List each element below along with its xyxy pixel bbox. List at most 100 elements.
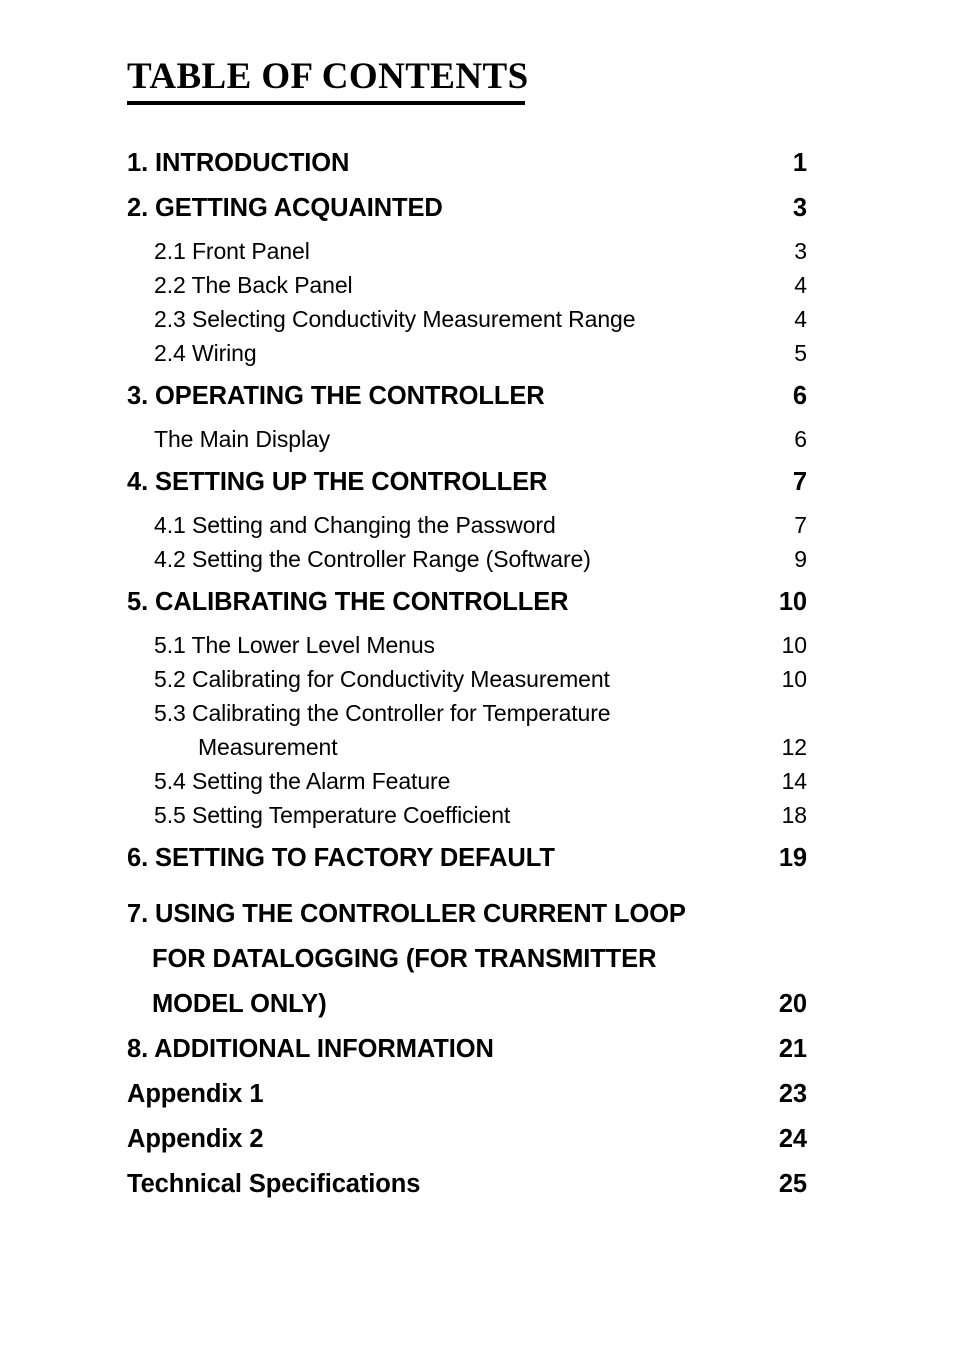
toc-entry-line: 4. SETTING UP THE CONTROLLER 7 (127, 460, 807, 505)
toc-entry-setting-to-factory-default[interactable]: 6. SETTING TO FACTORY DEFAULT 19 (127, 836, 807, 881)
toc-entry-page-number: 3 (792, 194, 807, 222)
toc-entry-page-number: 9 (794, 546, 807, 572)
toc-entry-appendix-1[interactable]: Appendix 1 23 (127, 1072, 807, 1117)
toc-entry-operating-the-controller[interactable]: 3. OPERATING THE CONTROLLER 6 (127, 374, 807, 419)
toc-entry-page-number: 10 (781, 632, 807, 658)
toc-entry-line: 6. SETTING TO FACTORY DEFAULT 19 (127, 836, 807, 881)
toc-entry-line: Measurement 12 (127, 730, 807, 764)
toc-entry-line: 4.1 Setting and Changing the Password 7 (127, 508, 807, 542)
toc-entry-line: 2.4 Wiring 5 (127, 336, 807, 370)
toc-entry-label: 1. INTRODUCTION (127, 149, 350, 177)
toc-entry-page-number: 10 (781, 666, 807, 692)
toc-entry-label: 5.2 Calibrating for Conductivity Measure… (154, 666, 610, 692)
toc-entry-line: Appendix 2 24 (127, 1117, 807, 1162)
toc-entry-line: Technical Specifications 25 (127, 1162, 807, 1207)
toc-entry-using-the-controller-current-loop-for-datalogging[interactable]: 7. USING THE CONTROLLER CURRENT LOOP FOR … (127, 892, 807, 1027)
toc-entry-line: Appendix 1 23 (127, 1072, 807, 1117)
toc-entry-page-number: 1 (792, 149, 807, 177)
toc-entry-line: 7. USING THE CONTROLLER CURRENT LOOP (127, 892, 807, 937)
toc-entry-line: 5.5 Setting Temperature Coefficient 18 (127, 798, 807, 832)
toc-entry-label: 2.3 Selecting Conductivity Measurement R… (154, 306, 636, 332)
toc-entry-label: 2.2 The Back Panel (154, 272, 353, 298)
toc-entry-page-number: 4 (794, 306, 807, 332)
toc-entry-page-number: 24 (778, 1125, 807, 1153)
toc-entry-calibrating-the-controller[interactable]: 5. CALIBRATING THE CONTROLLER 10 (127, 580, 807, 625)
toc-entry-line: 2.2 The Back Panel 4 (127, 268, 807, 302)
toc-entry-label: 2. GETTING ACQUAINTED (127, 194, 443, 222)
toc-entry-technical-specifications[interactable]: Technical Specifications 25 (127, 1162, 807, 1207)
toc-entry-page-number: 6 (792, 382, 807, 410)
title-underline-rule (127, 101, 525, 105)
toc-entry-label: 2.4 Wiring (154, 340, 257, 366)
toc-entry-line: 4.2 Setting the Controller Range (Softwa… (127, 542, 807, 576)
toc-entry-page-number: 6 (794, 426, 807, 452)
toc-entry-label: 6. SETTING TO FACTORY DEFAULT (127, 844, 555, 872)
toc-entry-setting-up-the-controller[interactable]: 4. SETTING UP THE CONTROLLER 7 (127, 460, 807, 505)
toc-entry-page-number: 25 (778, 1170, 807, 1198)
toc-entry-page-number: 20 (778, 990, 807, 1018)
toc-entry-label: 5.3 Calibrating the Controller for Tempe… (154, 700, 611, 726)
toc-entry-line: MODEL ONLY) 20 (127, 982, 807, 1027)
toc-entry-page-number: 18 (781, 802, 807, 828)
toc-entry-setting-the-controller-range-software[interactable]: 4.2 Setting the Controller Range (Softwa… (127, 542, 807, 576)
toc-entry-page-number: 12 (781, 734, 807, 760)
table-of-contents-list: 1. INTRODUCTION 1 2. GETTING ACQUAINTED 3 2.… (127, 141, 807, 1207)
toc-entry-label: The Main Display (154, 426, 331, 452)
toc-entry-label: Measurement (198, 734, 338, 760)
toc-entry-line: 5.2 Calibrating for Conductivity Measure… (127, 662, 807, 696)
toc-entry-line: 5.1 The Lower Level Menus 10 (127, 628, 807, 662)
toc-entry-line: 2.3 Selecting Conductivity Measurement R… (127, 302, 807, 336)
toc-entry-the-lower-level-menus[interactable]: 5.1 The Lower Level Menus 10 (127, 628, 807, 662)
toc-entry-label: Technical Specifications (127, 1170, 421, 1198)
toc-entry-page-number: 4 (794, 272, 807, 298)
toc-entry-label: 5.5 Setting Temperature Coefficient (154, 802, 511, 828)
toc-entry-the-main-display[interactable]: The Main Display 6 (127, 422, 807, 456)
toc-entry-label: 4. SETTING UP THE CONTROLLER (127, 468, 548, 496)
toc-entry-line: The Main Display 6 (127, 422, 807, 456)
toc-entry-label: 5. CALIBRATING THE CONTROLLER (127, 588, 569, 616)
toc-entry-label: 3. OPERATING THE CONTROLLER (127, 382, 545, 410)
toc-entry-page-number: 23 (778, 1080, 807, 1108)
toc-entry-line: 5. CALIBRATING THE CONTROLLER 10 (127, 580, 807, 625)
toc-entry-label: MODEL ONLY) (152, 990, 327, 1018)
toc-entry-line: 3. OPERATING THE CONTROLLER 6 (127, 374, 807, 419)
toc-entry-setting-temperature-coefficient[interactable]: 5.5 Setting Temperature Coefficient 18 (127, 798, 807, 832)
toc-entry-line: 8. ADDITIONAL INFORMATION 21 (127, 1027, 807, 1072)
toc-entry-page-number: 10 (778, 588, 807, 616)
toc-entry-line: 2.1 Front Panel 3 (127, 234, 807, 268)
toc-entry-selecting-conductivity-measurement-range[interactable]: 2.3 Selecting Conductivity Measurement R… (127, 302, 807, 336)
toc-entry-wiring[interactable]: 2.4 Wiring 5 (127, 336, 807, 370)
toc-entry-calibrating-for-conductivity-measurement[interactable]: 5.2 Calibrating for Conductivity Measure… (127, 662, 807, 696)
toc-entry-the-back-panel[interactable]: 2.2 The Back Panel 4 (127, 268, 807, 302)
toc-entry-label: 4.2 Setting the Controller Range (Softwa… (154, 546, 591, 572)
toc-entry-line: 5.4 Setting the Alarm Feature 14 (127, 764, 807, 798)
page-title: TABLE OF CONTENTS (127, 56, 529, 97)
toc-entry-label: 7. USING THE CONTROLLER CURRENT LOOP (127, 900, 686, 928)
toc-entry-page-number: 19 (778, 844, 807, 872)
toc-entry-introduction[interactable]: 1. INTRODUCTION 1 (127, 141, 807, 186)
toc-entry-page-number: 7 (794, 512, 807, 538)
toc-entry-page-number: 14 (781, 768, 807, 794)
toc-entry-additional-information[interactable]: 8. ADDITIONAL INFORMATION 21 (127, 1027, 807, 1072)
toc-entry-front-panel[interactable]: 2.1 Front Panel 3 (127, 234, 807, 268)
toc-entry-line: 2. GETTING ACQUAINTED 3 (127, 186, 807, 231)
toc-entry-calibrating-the-controller-for-temperature-measurement[interactable]: 5.3 Calibrating the Controller for Tempe… (127, 696, 807, 764)
toc-entry-line: 1. INTRODUCTION 1 (127, 141, 807, 186)
toc-entry-label: 4.1 Setting and Changing the Password (154, 512, 556, 538)
toc-entry-label: 8. ADDITIONAL INFORMATION (127, 1035, 494, 1063)
toc-entry-label: FOR DATALOGGING (FOR TRANSMITTER (152, 945, 657, 973)
toc-entry-label: 5.4 Setting the Alarm Feature (154, 768, 451, 794)
document-page: TABLE OF CONTENTS 1. INTRODUCTION 1 2. GET… (0, 0, 954, 1351)
toc-entry-line: FOR DATALOGGING (FOR TRANSMITTER (127, 937, 807, 982)
toc-entry-page-number: 21 (778, 1035, 807, 1063)
toc-entry-getting-acquainted[interactable]: 2. GETTING ACQUAINTED 3 (127, 186, 807, 231)
toc-entry-label: Appendix 1 (127, 1080, 264, 1108)
toc-entry-label: 2.1 Front Panel (154, 238, 310, 264)
toc-entry-setting-and-changing-the-password[interactable]: 4.1 Setting and Changing the Password 7 (127, 508, 807, 542)
toc-entry-label: Appendix 2 (127, 1125, 264, 1153)
toc-entry-appendix-2[interactable]: Appendix 2 24 (127, 1117, 807, 1162)
toc-entry-line: 5.3 Calibrating the Controller for Tempe… (127, 696, 807, 730)
toc-entry-page-number: 7 (792, 468, 807, 496)
toc-entry-label: 5.1 The Lower Level Menus (154, 632, 435, 658)
toc-entry-setting-the-alarm-feature[interactable]: 5.4 Setting the Alarm Feature 14 (127, 764, 807, 798)
